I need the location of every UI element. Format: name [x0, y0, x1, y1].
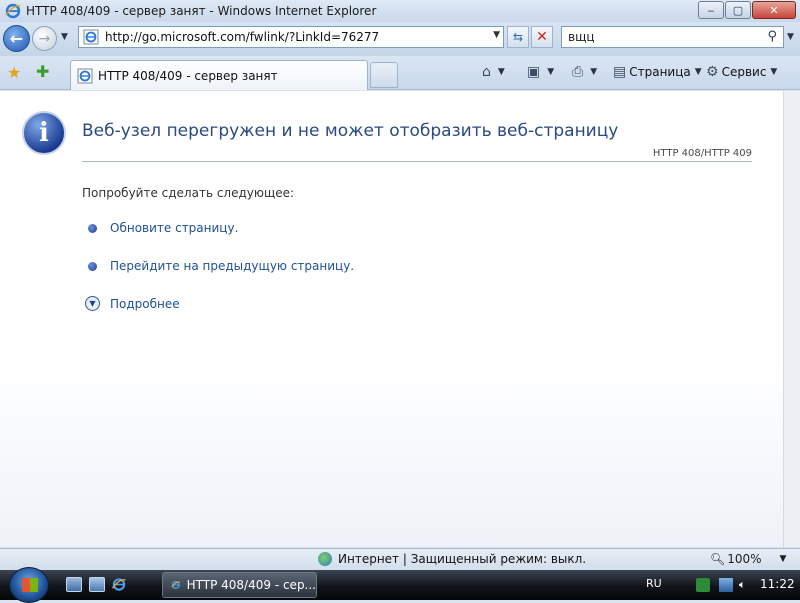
- start-button[interactable]: [9, 567, 49, 603]
- try-text: Попробуйте сделать следующее:: [82, 186, 295, 200]
- bullet-icon: [88, 223, 97, 233]
- page-content: i Веб-узел перегружен и не может отобраз…: [0, 91, 783, 547]
- title-bar: HTTP 408/409 - сервер занят - Windows In…: [0, 0, 800, 22]
- vertical-scrollbar[interactable]: [783, 91, 800, 547]
- windows-logo-icon: [22, 578, 38, 592]
- home-button[interactable]: ⌂ ▼: [482, 64, 505, 80]
- chevron-down-icon[interactable]: ▼: [85, 296, 100, 311]
- maximize-button[interactable]: ▢: [725, 1, 751, 19]
- tools-menu-label: Сервис: [721, 65, 767, 79]
- address-text[interactable]: http://go.microsoft.com/fwlink/?LinkId=7…: [105, 30, 379, 44]
- minimize-button[interactable]: ‒: [698, 1, 724, 19]
- tab-active[interactable]: HTTP 408/409 - сервер занят: [70, 60, 368, 90]
- zoom-dropdown-icon[interactable]: ▼: [780, 554, 787, 564]
- option-label[interactable]: Перейдите на предыдущую страницу.: [110, 259, 354, 273]
- zoom-level: 100%: [727, 552, 762, 566]
- security-zone[interactable]: Интернет | Защищенный режим: выкл.: [318, 552, 586, 566]
- search-box[interactable]: вщц ⚲: [561, 26, 784, 48]
- page-ie-icon: [77, 68, 93, 83]
- search-input[interactable]: вщц: [568, 30, 595, 44]
- ie-logo-icon: [5, 3, 21, 19]
- favorites-star-icon[interactable]: ★: [7, 63, 21, 82]
- network-tray-icon[interactable]: [719, 578, 733, 592]
- clock[interactable]: 11:22: [760, 577, 795, 591]
- taskbar-label: HTTP 408/409 - сер...: [186, 578, 316, 592]
- tab-bar: ★ ✚ HTTP 408/409 - сервер занят ⌂ ▼ ▣ ▼ ⎙ ▼…: [0, 56, 800, 90]
- search-provider-dropdown[interactable]: ▼: [787, 32, 794, 42]
- info-icon: i: [22, 111, 66, 155]
- back-button[interactable]: ←: [3, 25, 30, 52]
- close-button[interactable]: ✕: [752, 1, 796, 19]
- ie-logo-icon: [171, 581, 181, 589]
- address-bar[interactable]: http://go.microsoft.com/fwlink/?LinkId=7…: [78, 26, 504, 48]
- refresh-icon: ⇆: [512, 30, 524, 44]
- search-icon[interactable]: ⚲: [767, 29, 777, 44]
- error-code: HTTP 408/HTTP 409: [652, 148, 752, 159]
- printer-icon: ⎙: [572, 64, 584, 80]
- window-controls: ‒ ▢ ✕: [697, 1, 796, 19]
- stop-button[interactable]: ✕: [531, 26, 553, 48]
- page-title: Веб-узел перегружен и не может отобразит…: [82, 121, 619, 141]
- window-title: HTTP 408/409 - сервер занят - Windows In…: [26, 4, 377, 18]
- home-icon: ⌂: [482, 64, 491, 80]
- zone-text: Интернет | Защищенный режим: выкл.: [338, 552, 587, 566]
- more-info-label[interactable]: Подробнее: [110, 297, 180, 311]
- taskbar-ie-window[interactable]: HTTP 408/409 - сер...: [162, 572, 317, 598]
- forward-arrow-icon: →: [38, 30, 51, 47]
- bullet-icon: [88, 261, 97, 271]
- tab-label: HTTP 408/409 - сервер занят: [98, 68, 278, 83]
- page-menu[interactable]: ▤ Страница ▼: [613, 64, 702, 80]
- page-icon: ▤: [613, 64, 627, 80]
- add-favorites-icon[interactable]: ✚: [36, 62, 49, 81]
- refresh-button[interactable]: ⇆: [507, 26, 529, 48]
- rss-icon: ▣: [527, 64, 541, 80]
- recent-pages-dropdown[interactable]: ▼: [61, 32, 68, 42]
- new-tab-button[interactable]: [370, 62, 398, 88]
- globe-icon: [318, 552, 332, 566]
- feeds-button[interactable]: ▣ ▼: [527, 64, 554, 80]
- status-bar: Интернет | Защищенный режим: выкл. 🔍︎ 10…: [0, 548, 800, 570]
- forward-button[interactable]: →: [32, 26, 57, 51]
- print-button[interactable]: ⎙ ▼: [572, 64, 597, 80]
- tools-menu[interactable]: ⚙ Сервис ▼: [706, 64, 777, 80]
- volume-muted-icon[interactable]: 🔈︎: [739, 578, 753, 592]
- option-back-link[interactable]: Перейдите на предыдущую страницу.: [88, 259, 354, 273]
- show-desktop-icon[interactable]: [66, 577, 82, 592]
- ie-quicklaunch-icon[interactable]: [111, 577, 127, 592]
- navigation-bar: ← → ▼ http://go.microsoft.com/fwlink/?Li…: [0, 22, 800, 56]
- option-label[interactable]: Обновите страницу.: [110, 221, 238, 235]
- title-divider: [82, 161, 752, 162]
- option-refresh-link[interactable]: Обновите страницу.: [88, 221, 238, 235]
- address-dropdown[interactable]: ▼: [493, 30, 500, 40]
- switch-windows-icon[interactable]: [89, 577, 105, 592]
- back-arrow-icon: ←: [9, 29, 24, 48]
- zoom-icon: 🔍︎: [710, 552, 726, 566]
- language-indicator[interactable]: RU: [646, 577, 662, 590]
- more-info-link[interactable]: ▼ Подробнее: [85, 296, 180, 311]
- stop-icon: ✕: [536, 29, 548, 45]
- security-tray-icon[interactable]: [696, 578, 710, 592]
- zoom-control[interactable]: 🔍︎ 100% ▼: [710, 552, 786, 566]
- page-menu-label: Страница: [629, 65, 691, 79]
- gear-icon: ⚙: [706, 64, 719, 80]
- taskbar: HTTP 408/409 - сер... RU 🔈︎ 11:22: [0, 567, 800, 603]
- page-ie-icon: [83, 29, 99, 45]
